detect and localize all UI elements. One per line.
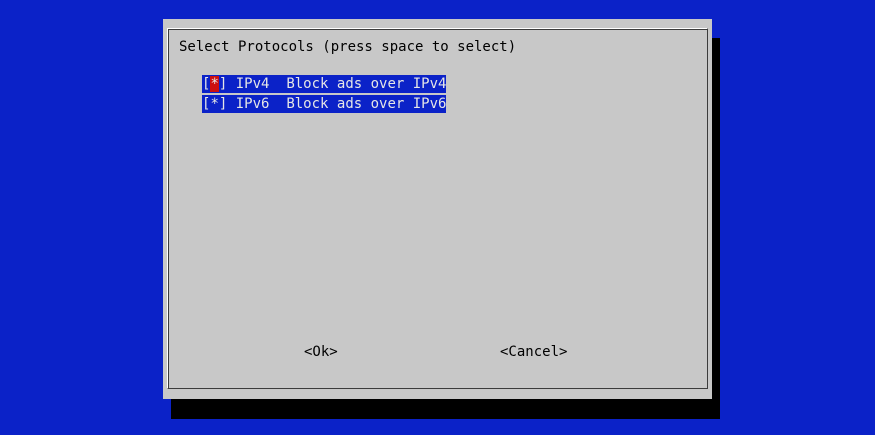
cancel-button[interactable]: <Cancel> (500, 343, 567, 361)
item-tag-ipv4: IPv4 (235, 76, 270, 92)
checkbox-close-bracket: ] (218, 96, 236, 112)
checkbox-close-bracket: ] (218, 76, 236, 92)
item-description-ipv4: Block ads over IPv4 (286, 76, 447, 92)
checkbox-mark-ipv4[interactable]: * (210, 76, 219, 92)
checklist-dialog: Select Protocols (press space to select)… (163, 19, 712, 399)
item-description-ipv6: Block ads over IPv6 (286, 96, 447, 112)
ok-button[interactable]: <Ok> (304, 343, 338, 361)
item-gap (269, 76, 286, 92)
checkbox-mark-ipv6[interactable]: * (210, 96, 218, 112)
dialog-title: Select Protocols (press space to select) (179, 39, 517, 55)
item-gap (269, 96, 286, 112)
checklist-item-ipv6[interactable]: [*] IPv6 Block ads over IPv6 (202, 95, 447, 113)
item-tag-ipv6: IPv6 (235, 96, 270, 112)
checklist-item-ipv4[interactable]: [*] IPv4 Block ads over IPv4 (202, 75, 447, 93)
